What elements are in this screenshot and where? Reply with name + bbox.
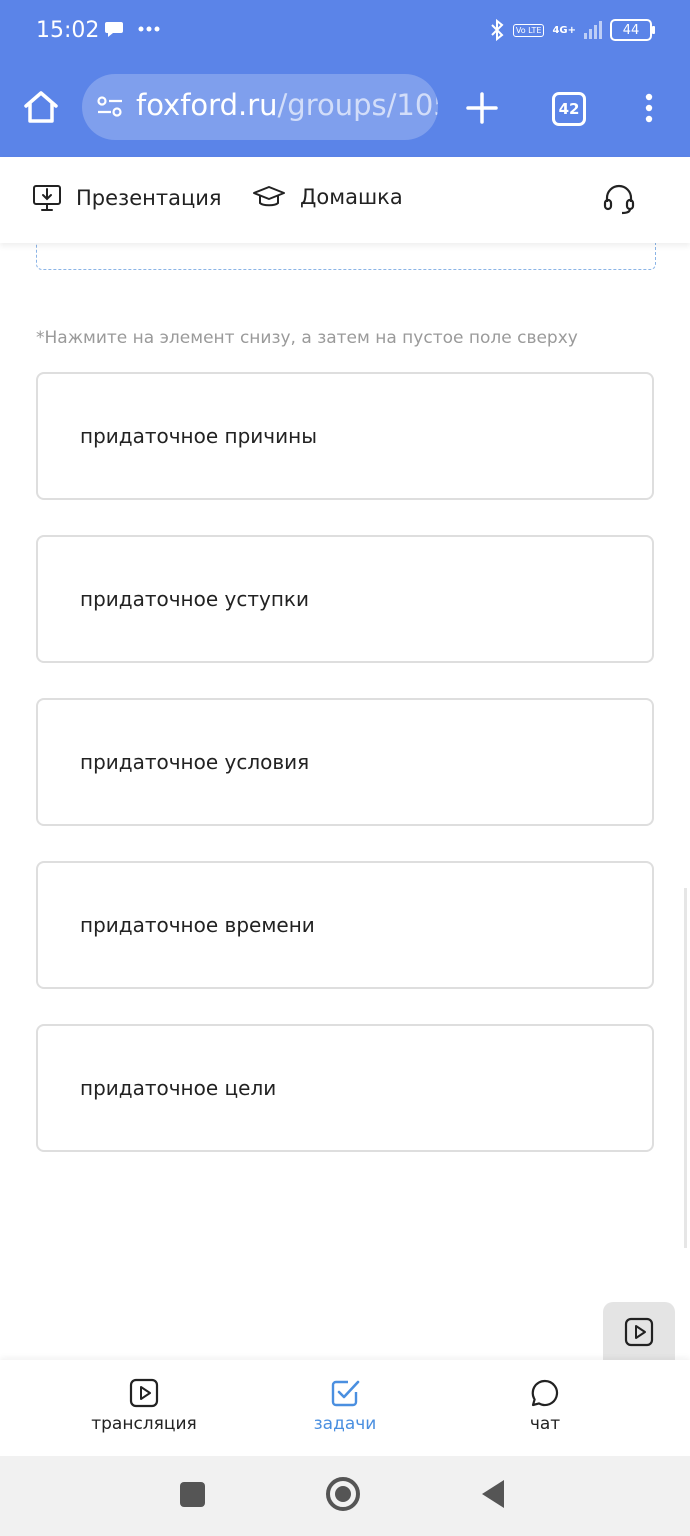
status-indicators: Vo LTE 4G+ 44	[489, 18, 655, 42]
homework-button[interactable]: Домашка	[252, 183, 403, 211]
network-type: 4G+	[552, 24, 576, 36]
url-text: foxford.ru/groups/105	[136, 88, 438, 122]
url-path: /groups/105	[277, 88, 438, 122]
tab-tasks[interactable]: задачи	[275, 1378, 415, 1434]
scrollbar[interactable]	[684, 888, 687, 1248]
answer-option[interactable]: придаточное уступки	[36, 535, 654, 663]
tab-chat[interactable]: чат	[475, 1378, 615, 1434]
answer-option[interactable]: придаточное условия	[36, 698, 654, 826]
app-toolbar: Презентация Домашка	[0, 157, 690, 243]
download-presentation-icon	[33, 185, 61, 211]
homework-label: Домашка	[300, 185, 403, 209]
battery-icon: 44	[610, 19, 655, 41]
recent-apps-icon[interactable]	[180, 1482, 205, 1507]
answer-option[interactable]: придаточное времени	[36, 861, 654, 989]
presentation-button[interactable]: Презентация	[32, 183, 222, 213]
status-time: 15:02	[36, 18, 100, 43]
play-icon	[129, 1378, 159, 1408]
graduation-cap-icon	[253, 186, 285, 207]
play-icon	[624, 1317, 654, 1347]
task-hint: *Нажмите на элемент снизу, а затем на пу…	[36, 328, 578, 348]
site-settings-icon[interactable]	[96, 96, 124, 118]
checkbox-icon	[331, 1380, 360, 1407]
back-icon[interactable]	[482, 1480, 504, 1508]
home-circle-icon[interactable]	[326, 1477, 360, 1511]
headset-icon[interactable]	[602, 182, 636, 216]
answer-options: придаточное причины придаточное уступки …	[36, 372, 654, 1187]
bottom-navigation: трансляция задачи чат	[0, 1360, 690, 1456]
presentation-label: Презентация	[76, 186, 222, 210]
signal-icon	[584, 21, 602, 39]
battery-level: 44	[622, 22, 640, 38]
tab-tasks-label: задачи	[313, 1414, 377, 1434]
new-tab-icon[interactable]	[464, 90, 500, 126]
chat-bubble-icon	[531, 1379, 559, 1407]
url-host: foxford.ru	[136, 88, 278, 122]
tab-stream[interactable]: трансляция	[74, 1378, 214, 1434]
floating-video-button[interactable]	[603, 1302, 675, 1362]
volte-badge: Vo LTE	[512, 23, 545, 37]
chat-notification-icon	[105, 22, 123, 37]
answer-option[interactable]: придаточное причины	[36, 372, 654, 500]
tab-stream-label: трансляция	[91, 1414, 197, 1434]
browser-menu-icon[interactable]	[640, 93, 658, 123]
browser-chrome: 15:02 Vo LTE 4G+ 44 foxford.ru/groups/10…	[0, 0, 690, 157]
tab-chat-label: чат	[529, 1414, 561, 1434]
tab-switcher-button[interactable]: 42	[552, 92, 586, 126]
home-icon[interactable]	[22, 88, 60, 126]
bluetooth-icon	[491, 18, 504, 42]
address-bar[interactable]: foxford.ru/groups/105	[82, 74, 438, 140]
system-navigation	[0, 1456, 690, 1536]
tab-count: 42	[558, 100, 580, 118]
more-notifications-icon	[138, 26, 160, 32]
answer-option[interactable]: придаточное цели	[36, 1024, 654, 1152]
